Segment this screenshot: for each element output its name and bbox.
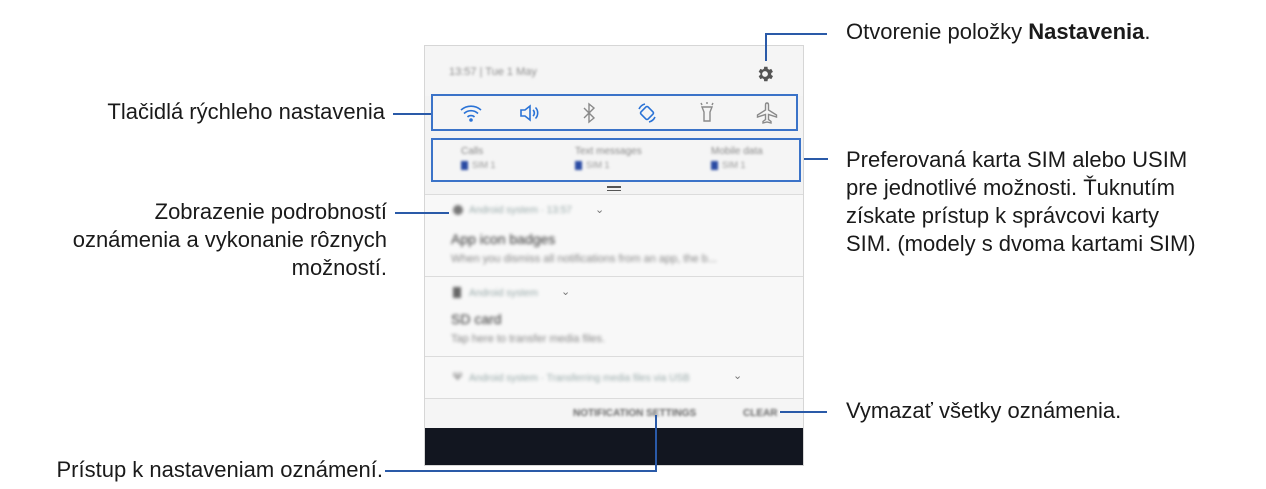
callout-sim: Preferovaná karta SIM alebo USIM pre jed… [846, 146, 1196, 258]
callout-line-notif-settings-v [655, 415, 657, 471]
callout-line-settings [766, 33, 827, 35]
flashlight-icon[interactable] [695, 101, 719, 125]
wifi-icon[interactable] [459, 101, 483, 125]
callout-settings-text: Otvorenie položky [846, 19, 1029, 44]
usb-icon: Ψ [453, 371, 463, 383]
notification-item[interactable]: Android system · 13:57 App icon badges W… [425, 194, 803, 276]
notification-panel-screenshot: 13:57 | Tue 1 May Calls SIM 1 Text messa… [424, 45, 804, 466]
notification-settings-button[interactable]: NOTIFICATION SETTINGS [573, 408, 696, 419]
sim-data-value: SIM 1 [722, 160, 746, 170]
sd-card-icon [453, 287, 461, 298]
callout-settings-suffix: . [1144, 19, 1151, 44]
callout-details: Zobrazenie podrobností oznámenia a vykon… [40, 198, 387, 282]
callout-settings-bold: Nastavenia [1028, 19, 1145, 44]
callout-sim-line: získate prístup k správcovi karty [846, 203, 1159, 228]
notification-actions: NOTIFICATION SETTINGS CLEAR [425, 398, 803, 429]
drag-handle[interactable] [607, 186, 621, 188]
callout-sim-line: Preferovaná karta SIM alebo USIM [846, 147, 1188, 172]
callout-sim-line: pre jednotlivé možnosti. Ťuknutím [846, 175, 1175, 200]
callout-settings: Otvorenie položky Nastavenia. [846, 18, 1151, 46]
airplane-mode-icon[interactable] [755, 101, 779, 125]
status-header: 13:57 | Tue 1 May [425, 46, 803, 96]
callout-quick-settings: Tlačidlá rýchleho nastavenia [107, 99, 385, 124]
callout-notification-settings: Prístup k nastaveniam oznámení. [56, 457, 384, 482]
notification-source: Android system · Transferring media file… [469, 373, 690, 384]
settings-gear-icon[interactable] [755, 64, 775, 84]
notification-body: When you dismiss all notifications from … [451, 253, 717, 265]
sim-calls-value: SIM 1 [472, 160, 496, 170]
sim-texts-value: SIM 1 [586, 160, 610, 170]
sim-text-messages[interactable]: Text messages SIM 1 [575, 146, 642, 171]
notification-item[interactable]: Ψ Android system · Transferring media fi… [425, 356, 803, 398]
sim-data-title: Mobile data [711, 146, 763, 157]
chevron-down-icon[interactable]: ⌄ [561, 285, 570, 298]
navigation-bar [425, 428, 803, 465]
notification-title: SD card [451, 311, 502, 327]
quick-settings-bar [431, 94, 798, 131]
auto-rotate-icon[interactable] [635, 101, 659, 125]
notification-title: App icon badges [451, 231, 556, 247]
sim-calls-title: Calls [461, 146, 484, 157]
notification-item[interactable]: Android system SD card Tap here to trans… [425, 276, 803, 356]
sim-mobile-data[interactable]: Mobile data SIM 1 [711, 146, 763, 171]
callout-line-quick [393, 113, 431, 115]
callout-sim-line: SIM. (modely s dvoma kartami SIM) [846, 231, 1196, 256]
callout-line-notif-settings [385, 470, 657, 472]
callout-line-clear [780, 411, 827, 413]
notification-source: Android system [469, 288, 538, 299]
clear-button[interactable]: CLEAR [743, 408, 777, 419]
status-time: 13:57 | Tue 1 May [449, 66, 537, 78]
bluetooth-icon[interactable] [577, 101, 601, 125]
sim-texts-title: Text messages [575, 146, 642, 157]
callout-details-line: možností. [291, 255, 387, 280]
chevron-down-icon[interactable]: ⌄ [733, 369, 742, 382]
callout-line-details [395, 212, 449, 214]
callout-clear-all: Vymazať všetky oznámenia. [846, 398, 1122, 423]
android-system-icon [453, 205, 463, 215]
callout-line-settings-v [765, 33, 767, 61]
notification-body: Tap here to transfer media files. [451, 333, 606, 345]
sim-preference-bar[interactable]: Calls SIM 1 Text messages SIM 1 Mobile d… [431, 138, 801, 182]
callout-line-sim [804, 158, 828, 160]
callout-details-line: oznámenia a vykonanie rôznych [72, 227, 387, 252]
sim-calls[interactable]: Calls SIM 1 [461, 146, 496, 171]
notification-source: Android system · 13:57 [469, 205, 572, 216]
sound-icon[interactable] [517, 101, 541, 125]
callout-details-line: Zobrazenie podrobností [154, 199, 387, 224]
drag-handle-line [607, 190, 621, 191]
chevron-down-icon[interactable]: ⌄ [595, 203, 604, 216]
